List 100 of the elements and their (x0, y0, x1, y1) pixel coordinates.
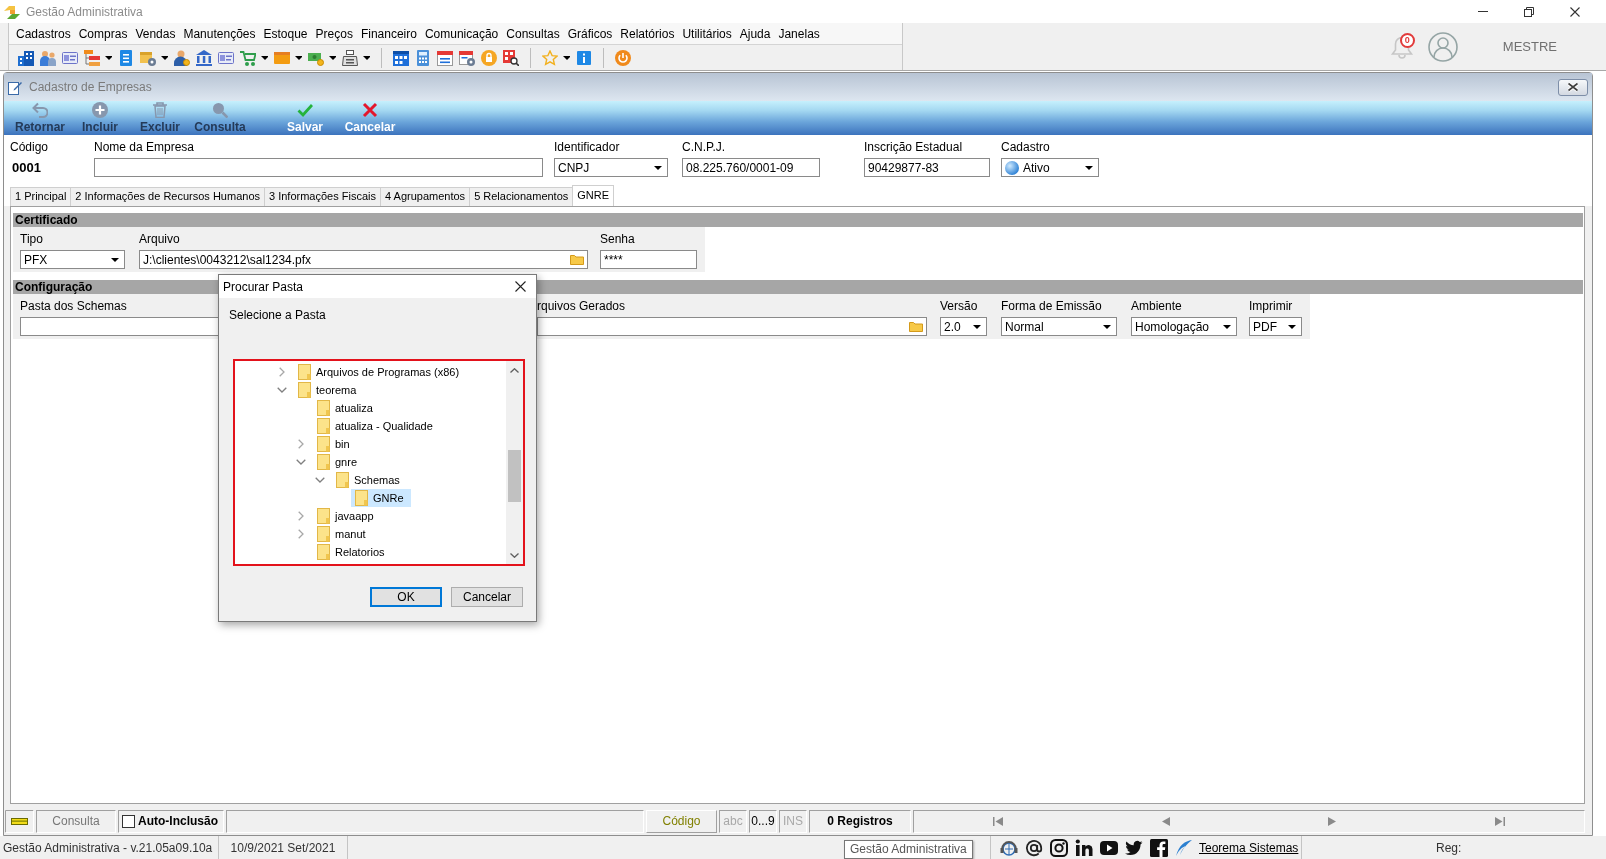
dropdown-caret-icon[interactable] (295, 55, 302, 60)
tab[interactable]: 2 Informações de Recursos Humanos (70, 187, 265, 206)
tree-item[interactable]: Relatorios (313, 543, 392, 561)
dialog-button[interactable]: OK (370, 587, 442, 607)
checkbox[interactable] (122, 814, 135, 828)
person-coin-icon[interactable] (174, 49, 190, 66)
in-logo-icon[interactable] (1075, 838, 1093, 857)
dropdown-caret-icon[interactable] (261, 55, 268, 60)
card-icon[interactable] (5, 809, 34, 833)
dialog-button[interactable]: Cancelar (451, 587, 523, 607)
star-icon[interactable] (542, 49, 558, 66)
tree-item[interactable]: Schemas (332, 471, 407, 489)
chevron-down-icon[interactable] (296, 459, 306, 465)
skip-forward-icon[interactable] (1494, 816, 1505, 826)
menu-item[interactable]: Gráficos (563, 26, 617, 41)
calendar-gear-icon[interactable] (459, 49, 475, 66)
f-logo-icon[interactable] (1150, 838, 1168, 857)
menu-item[interactable]: Utilitários (678, 26, 736, 41)
calendar-grid-icon[interactable] (393, 49, 409, 66)
dropdown-caret-icon[interactable] (161, 55, 168, 60)
calendar-icon[interactable] (437, 49, 453, 66)
dropdown-arrow-icon[interactable] (1085, 165, 1093, 170)
headset-globe-icon[interactable] (1000, 838, 1018, 857)
dropdown-arrow-icon[interactable] (1103, 324, 1111, 329)
tree-item[interactable]: gnre (313, 453, 365, 471)
document-icon[interactable] (118, 49, 134, 66)
menu-item[interactable]: Preços (311, 26, 357, 41)
close-icon[interactable] (1570, 6, 1580, 17)
tree-item[interactable]: atualiza - Qualidade (313, 417, 440, 435)
menu-item[interactable]: Manutenções (179, 26, 260, 41)
tab[interactable]: 1 Principal (10, 187, 72, 206)
at-sign-icon[interactable] (1025, 838, 1043, 857)
dropdown-arrow-icon[interactable] (1223, 324, 1231, 329)
tree-item[interactable]: Arquivos de Programas (x86) (294, 363, 467, 381)
close-button[interactable] (1558, 78, 1588, 96)
dropdown[interactable]: PFX (20, 250, 125, 269)
dropdown[interactable]: CNPJ (554, 158, 668, 177)
website-link[interactable]: Teorema Sistemas (1199, 840, 1299, 855)
chevron-down-icon[interactable] (315, 477, 325, 483)
cart-icon[interactable] (240, 49, 256, 66)
dropdown[interactable]: PDF (1249, 317, 1302, 336)
dropdown[interactable]: Normal (1001, 317, 1117, 336)
dropdown-arrow-icon[interactable] (654, 165, 662, 170)
scrollbar[interactable] (506, 361, 523, 564)
text-field[interactable] (94, 158, 543, 177)
search-field-button[interactable]: Código (646, 809, 717, 833)
dropdown[interactable]: Ativo (1001, 158, 1099, 177)
calculator-icon[interactable] (415, 49, 431, 66)
dropdown-arrow-icon[interactable] (111, 257, 119, 262)
camera-logo-icon[interactable] (1050, 838, 1068, 857)
restore-icon[interactable] (1524, 6, 1534, 17)
people-icon[interactable] (40, 49, 56, 66)
dropdown-caret-icon[interactable] (363, 55, 370, 60)
tree-item[interactable]: bin (313, 435, 357, 453)
dropdown-caret-icon[interactable] (105, 55, 112, 60)
dropdown[interactable]: Homologação (1131, 317, 1237, 336)
dropdown-caret-icon[interactable] (563, 55, 570, 60)
folder-icon[interactable] (909, 321, 923, 332)
tree-item[interactable]: atualiza (313, 399, 380, 417)
tab[interactable]: 3 Informações Fiscais (264, 187, 381, 206)
triangle-right-icon[interactable] (1328, 816, 1337, 826)
id-card-icon[interactable] (62, 49, 78, 66)
grid-search-icon[interactable] (503, 49, 519, 66)
menu-item[interactable]: Financeiro (356, 26, 421, 41)
scroll-down-icon[interactable] (510, 553, 519, 558)
tree-item[interactable]: GNRe (351, 489, 411, 507)
file-path-field[interactable] (537, 317, 927, 336)
close-icon[interactable] (515, 281, 526, 292)
menu-item[interactable]: Cadastros (12, 26, 75, 41)
tree-item[interactable]: teorema (294, 381, 364, 399)
tab[interactable]: 4 Agrupamentos (380, 187, 471, 206)
dropdown-caret-icon[interactable] (329, 55, 336, 60)
menu-item[interactable]: Compras (74, 26, 132, 41)
package-gear-icon[interactable] (140, 49, 156, 66)
power-icon[interactable] (615, 49, 631, 66)
tab[interactable]: GNRE (572, 185, 615, 206)
tab[interactable]: 5 Relacionamentos (469, 187, 574, 206)
menu-item[interactable]: Vendas (131, 26, 180, 41)
scroll-up-icon[interactable] (510, 368, 519, 373)
dropdown-arrow-icon[interactable] (973, 324, 981, 329)
text-field[interactable]: 90429877-83 (864, 158, 990, 177)
bank-icon[interactable] (196, 49, 212, 66)
tree-item[interactable]: manut (313, 525, 373, 543)
skip-back-icon[interactable] (993, 816, 1004, 826)
scrollbar-thumb[interactable] (508, 450, 521, 502)
menu-item[interactable]: Janelas (774, 26, 824, 41)
chevron-down-icon[interactable] (277, 387, 287, 393)
tree-item[interactable]: javaapp (313, 507, 381, 525)
hierarchy-icon[interactable] (84, 49, 100, 66)
cash-register-icon[interactable] (342, 49, 358, 66)
text-field[interactable]: **** (600, 250, 697, 269)
dropdown-arrow-icon[interactable] (1288, 324, 1296, 329)
bird-logo-icon[interactable] (1125, 838, 1143, 857)
menu-item[interactable]: Relatórios (616, 26, 679, 41)
file-path-field[interactable]: J:\clientes\0043212\sal1234.pfx (139, 250, 588, 269)
menu-item[interactable]: Comunicação (420, 26, 503, 41)
menu-item[interactable]: Ajuda (735, 26, 775, 41)
info-icon[interactable] (576, 49, 592, 66)
menu-item[interactable]: Consultas (502, 26, 564, 41)
building-icon[interactable] (18, 49, 34, 66)
